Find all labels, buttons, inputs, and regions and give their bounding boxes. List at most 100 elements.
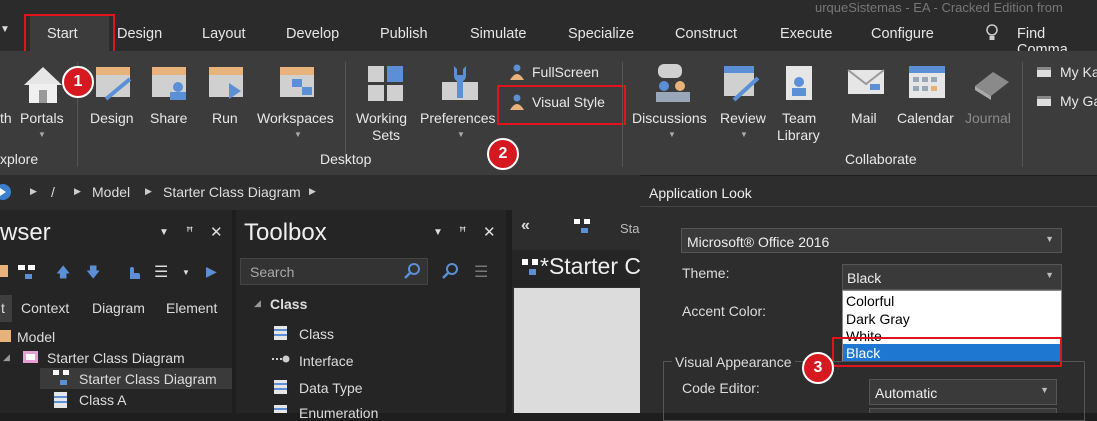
browser-dropdown-icon[interactable]: ▼: [159, 227, 169, 238]
find-toolbox-icon[interactable]: [441, 262, 459, 280]
breadcrumb-chevron-icon[interactable]: ▶: [145, 186, 152, 197]
code-editor-select[interactable]: Automatic ▼: [869, 379, 1057, 405]
tab-configure[interactable]: Configure: [871, 26, 934, 42]
tab-develop[interactable]: Develop: [286, 26, 339, 42]
ribbon-working-sets-label-2[interactable]: Sets: [372, 127, 400, 143]
run-icon[interactable]: [207, 65, 247, 103]
tool-data-type[interactable]: Data Type: [299, 380, 363, 396]
team-library-icon[interactable]: [784, 64, 818, 104]
breadcrumb-root[interactable]: /: [51, 184, 55, 200]
browser-tab-context[interactable]: Context: [21, 300, 69, 316]
ribbon-share-button[interactable]: Share: [150, 110, 187, 126]
tab-execute[interactable]: Execute: [780, 26, 832, 42]
working-sets-icon[interactable]: [366, 64, 406, 104]
browser-tab-diagram[interactable]: Diagram: [92, 300, 145, 316]
search-icon[interactable]: [403, 262, 421, 280]
next-select-partial[interactable]: [869, 408, 1057, 413]
portals-dropdown-icon[interactable]: ▼: [38, 130, 46, 139]
toolbox-pin-icon[interactable]: ꟸ: [459, 224, 467, 240]
look-select[interactable]: Microsoft® Office 2016 ▼: [681, 228, 1062, 253]
tab-simulate[interactable]: Simulate: [470, 26, 526, 42]
move-down-icon[interactable]: 🡇: [86, 262, 100, 286]
theme-option-colorful[interactable]: Colorful: [846, 293, 894, 309]
ribbon-journal-button[interactable]: Journal: [965, 110, 1011, 126]
tool-enumeration[interactable]: Enumeration: [299, 405, 378, 421]
breadcrumb-chevron-icon[interactable]: ▶: [74, 186, 81, 197]
breadcrumb-diagram[interactable]: Starter Class Diagram: [163, 184, 301, 200]
theme-select[interactable]: Black ▼: [842, 264, 1062, 290]
tool-class[interactable]: Class: [299, 326, 334, 342]
ribbon-portals-button[interactable]: Portals: [20, 110, 64, 126]
tree-class-a[interactable]: Class A: [79, 392, 126, 408]
tab-publish[interactable]: Publish: [380, 26, 428, 42]
browser-close-icon[interactable]: ✕: [210, 223, 223, 241]
tab-design[interactable]: Design: [117, 26, 162, 42]
tree-model[interactable]: Model: [17, 329, 55, 345]
toolbox-search-placeholder: Search: [250, 264, 295, 280]
tree-diagram[interactable]: Starter Class Diagram: [79, 371, 217, 387]
ribbon-team-library-label-1[interactable]: Team: [782, 110, 816, 126]
toolbox-close-icon[interactable]: ✕: [483, 223, 496, 241]
collapse-panels-icon[interactable]: «: [521, 217, 530, 235]
tree-package[interactable]: Starter Class Diagram: [47, 350, 185, 366]
quick-access-menu-icon[interactable]: ▼: [0, 24, 10, 35]
breadcrumb-model[interactable]: Model: [92, 184, 130, 200]
locate-hand-icon[interactable]: [124, 262, 142, 280]
ribbon-run-button[interactable]: Run: [212, 110, 238, 126]
preferences-wrench-icon[interactable]: [440, 62, 480, 104]
portals-house-icon[interactable]: [22, 63, 64, 105]
journal-book-icon[interactable]: [971, 66, 1011, 100]
code-editor-value: Automatic: [875, 385, 938, 401]
ribbon-team-library-label-2[interactable]: Library: [777, 127, 820, 143]
browser-tab-element[interactable]: Element: [166, 300, 217, 316]
discussions-dropdown-icon[interactable]: ▼: [668, 130, 676, 139]
datatype-tool-icon: [274, 380, 287, 394]
theme-option-dark-gray[interactable]: Dark Gray: [846, 311, 910, 327]
mail-icon[interactable]: [846, 66, 886, 100]
toolbox-section-collapse-icon[interactable]: ◢: [254, 298, 261, 309]
ribbon-review-button[interactable]: Review: [720, 110, 766, 126]
ribbon-fullscreen-button[interactable]: FullScreen: [532, 64, 599, 80]
browser-menu-dropdown-icon[interactable]: ▼: [182, 268, 190, 277]
workspaces-dropdown-icon[interactable]: ▼: [294, 130, 302, 139]
tab-specialize[interactable]: Specialize: [568, 26, 634, 42]
highlight-box-start-tab: [24, 14, 115, 55]
design-icon[interactable]: [94, 65, 134, 103]
review-icon[interactable]: [722, 64, 762, 104]
toolbox-menu-icon[interactable]: ☰: [474, 262, 488, 282]
review-dropdown-icon[interactable]: ▼: [740, 130, 748, 139]
diagram-canvas[interactable]: [514, 288, 640, 413]
preferences-dropdown-icon[interactable]: ▼: [457, 130, 465, 139]
browser-toolbar-folder-icon[interactable]: [0, 265, 8, 277]
browser-tab-label[interactable]: t: [1, 300, 5, 316]
diagram-tab[interactable]: Sta: [620, 221, 640, 236]
browser-pin-icon[interactable]: ꟸ: [186, 224, 194, 240]
tab-construct[interactable]: Construct: [675, 26, 737, 42]
workspaces-icon[interactable]: [278, 65, 318, 103]
ribbon-calendar-button[interactable]: Calendar: [897, 110, 954, 126]
navigate-forward-icon[interactable]: [0, 183, 14, 201]
browser-menu-icon[interactable]: ☰: [154, 262, 168, 282]
ribbon-mail-button[interactable]: Mail: [851, 110, 877, 126]
toolbox-dropdown-icon[interactable]: ▼: [433, 227, 443, 238]
browser-toolbar-diagram-icon[interactable]: [17, 264, 37, 280]
ribbon-my-item2[interactable]: My Ga: [1060, 93, 1097, 109]
breadcrumb-chevron-icon[interactable]: ▶: [309, 186, 316, 197]
ribbon-preferences-button[interactable]: Preferences: [420, 110, 495, 126]
move-up-icon[interactable]: 🡅: [56, 262, 70, 286]
ribbon-design-button[interactable]: Design: [90, 110, 134, 126]
tab-layout[interactable]: Layout: [202, 26, 246, 42]
ribbon-working-sets-label-1[interactable]: Working: [356, 110, 407, 126]
breadcrumb-chevron-icon[interactable]: ▶: [30, 186, 37, 197]
share-icon[interactable]: [150, 65, 190, 103]
tree-expand-icon[interactable]: ◢: [3, 352, 10, 363]
tool-interface[interactable]: Interface: [299, 353, 353, 369]
toolbox-section-class[interactable]: Class: [270, 296, 307, 312]
discussions-icon[interactable]: [652, 62, 694, 104]
ribbon-my-item1[interactable]: My Ka: [1060, 64, 1097, 80]
ribbon-path-label[interactable]: th: [0, 110, 12, 126]
ribbon-workspaces-button[interactable]: Workspaces: [257, 110, 334, 126]
ribbon-discussions-button[interactable]: Discussions: [632, 110, 707, 126]
calendar-icon[interactable]: [907, 64, 947, 102]
browser-expand-icon[interactable]: ▶: [206, 263, 217, 280]
